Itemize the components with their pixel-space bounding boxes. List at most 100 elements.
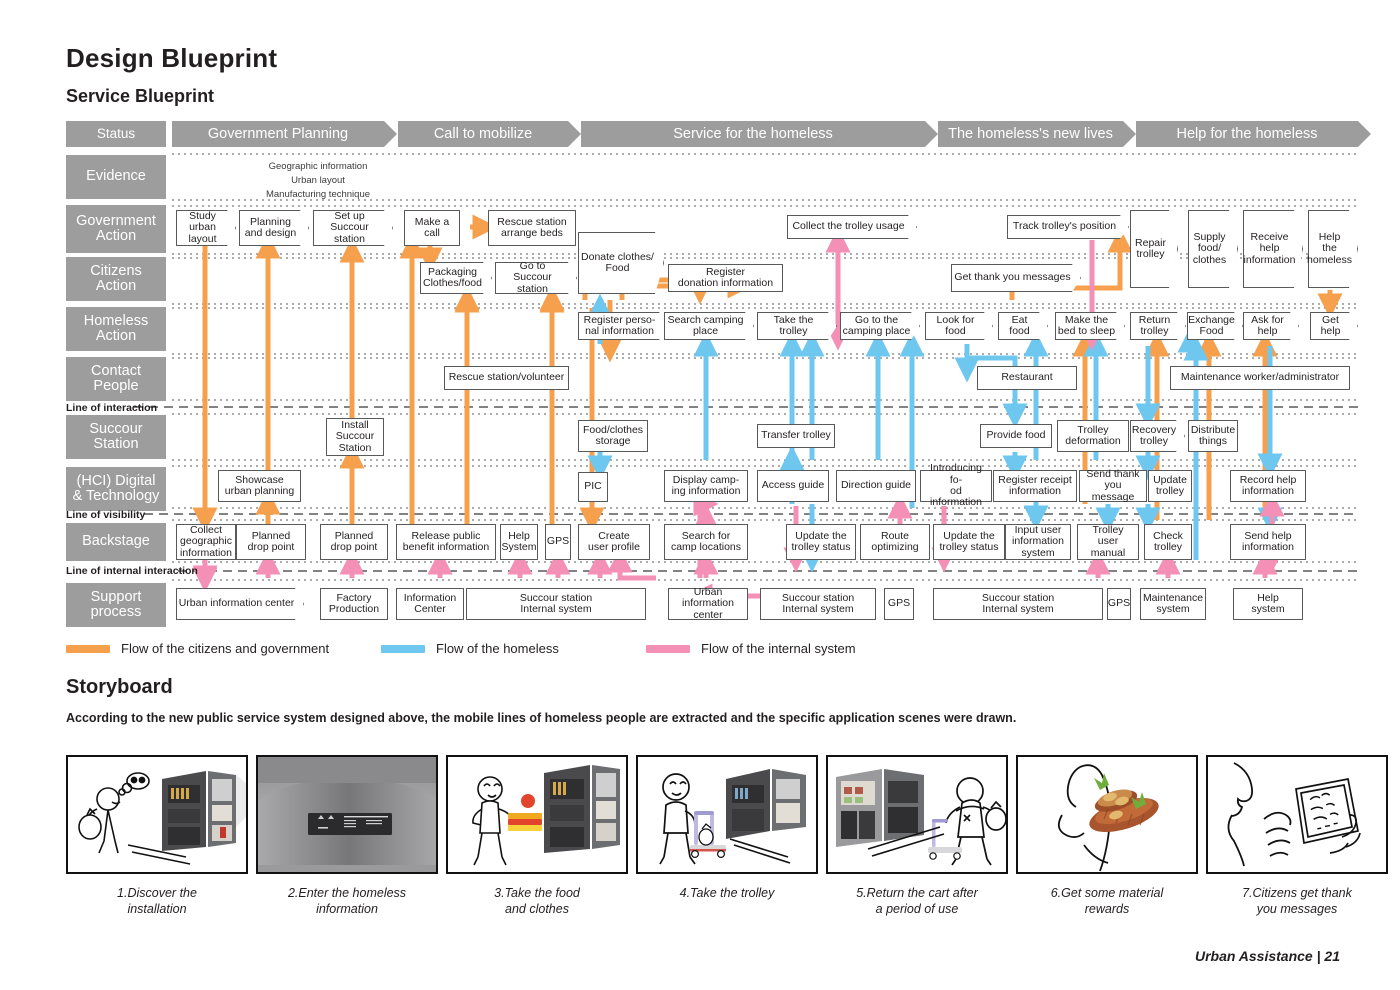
process-box-homeless-action[interactable]: Go to the camping place: [840, 312, 920, 340]
process-box-digital-technology[interactable]: Display camp- ing information: [664, 470, 748, 502]
box-label: Make the bed to sleep: [1057, 313, 1116, 337]
box-label: Register perso- nal information: [583, 313, 656, 337]
phase-label: Government Planning: [207, 126, 349, 142]
process-box-government-action[interactable]: Study urban layout: [176, 210, 236, 246]
storyboard-frame-5: 5.Return the cart after a period of use: [826, 755, 1008, 917]
process-box-digital-technology[interactable]: Register receipt information: [993, 470, 1077, 502]
process-box-digital-technology[interactable]: Record help information: [1230, 470, 1306, 502]
box-label: Trolley deformation: [1065, 423, 1121, 447]
box-label: Transfer trolley: [761, 429, 831, 442]
process-box-contact-people[interactable]: Maintenance worker/administrator: [1170, 366, 1350, 390]
process-box-succour-station[interactable]: Food/clothes storage: [578, 420, 648, 452]
box-label: Search camping place: [667, 313, 744, 337]
process-box-homeless-action[interactable]: Get help: [1310, 312, 1358, 340]
process-box-digital-technology[interactable]: Introducing fo- od information: [920, 463, 992, 508]
process-box-government-action[interactable]: Collect the trolley usage: [787, 215, 917, 239]
process-box-government-action[interactable]: Supply food/ clothes: [1188, 210, 1238, 288]
process-box-support-process[interactable]: Succour station Internal system: [466, 588, 646, 620]
process-box-homeless-action[interactable]: Return trolley: [1130, 312, 1186, 340]
process-box-backstage[interactable]: Planned drop point: [236, 524, 306, 560]
evidence-line: Urban layout: [291, 174, 345, 186]
box-label: Factory Production: [328, 591, 380, 615]
phase-label: Help for the homeless: [1176, 126, 1318, 142]
process-box-backstage[interactable]: Help System: [500, 524, 538, 560]
process-box-homeless-action[interactable]: Register perso- nal information: [578, 312, 668, 340]
phase-header-service-for-the-homeless: Service for the homeless: [581, 121, 938, 147]
process-box-backstage[interactable]: Send help information: [1230, 524, 1306, 560]
process-box-government-action[interactable]: Repair trolley: [1130, 210, 1178, 288]
process-box-government-action[interactable]: Make a call: [404, 210, 460, 246]
process-box-citizens-action[interactable]: Packaging Clothes/food: [420, 262, 492, 294]
process-box-government-action[interactable]: Track trolley's position: [1007, 215, 1129, 239]
process-box-digital-technology[interactable]: Direction guide: [836, 470, 916, 502]
process-box-digital-technology[interactable]: Showcase urban planning: [218, 470, 301, 502]
process-box-homeless-action[interactable]: Look for food: [925, 312, 993, 340]
process-box-succour-station[interactable]: Recovery trolley: [1130, 420, 1185, 452]
process-box-succour-station[interactable]: Transfer trolley: [757, 424, 835, 448]
legend-swatch-blue: [381, 644, 425, 653]
process-box-succour-station[interactable]: Distribute things: [1188, 420, 1238, 452]
box-label: Route optimizing: [871, 529, 919, 553]
process-box-support-process[interactable]: Urban information center: [668, 586, 748, 620]
process-box-backstage[interactable]: Route optimizing: [860, 524, 930, 560]
process-box-citizens-action[interactable]: Get thank you messages: [951, 264, 1081, 292]
process-box-support-process[interactable]: Help system: [1233, 588, 1303, 620]
process-box-support-process[interactable]: Succour station Internal system: [760, 588, 876, 620]
process-box-digital-technology[interactable]: PIC: [578, 472, 608, 502]
process-box-government-action[interactable]: Planning and design: [239, 210, 309, 246]
process-box-backstage[interactable]: Create user profile: [578, 524, 650, 560]
process-box-homeless-action[interactable]: Make the bed to sleep: [1055, 312, 1125, 340]
process-box-homeless-action[interactable]: Eat food: [998, 312, 1048, 340]
process-box-contact-people[interactable]: Restaurant: [977, 366, 1077, 390]
legend-item-homeless: Flow of the homeless: [381, 641, 646, 656]
process-box-homeless-action[interactable]: Take the trolley: [757, 312, 837, 340]
process-box-government-action[interactable]: Receive help information: [1243, 210, 1303, 288]
process-box-backstage[interactable]: Release public benefit information: [396, 524, 496, 560]
process-box-backstage[interactable]: Update the trolley status: [786, 524, 856, 560]
process-box-digital-technology[interactable]: Access guide: [757, 470, 829, 502]
process-box-backstage[interactable]: Check trolley: [1144, 524, 1192, 560]
box-label: Return trolley: [1138, 313, 1171, 337]
box-label: Send thank you message: [1086, 468, 1140, 503]
process-box-backstage[interactable]: GPS: [545, 524, 571, 560]
process-box-homeless-action[interactable]: Ask for help: [1243, 312, 1299, 340]
process-box-government-action[interactable]: Set up Succour station: [313, 210, 393, 246]
box-label: Go to the camping place: [842, 313, 911, 337]
process-box-backstage[interactable]: Input user information system: [1005, 524, 1071, 560]
process-box-contact-people[interactable]: Rescue station/volunteer: [444, 366, 569, 390]
process-box-homeless-action[interactable]: Search camping place: [664, 312, 754, 340]
process-box-support-process[interactable]: Succour station Internal system: [933, 588, 1103, 620]
phase-header-government-planning: Government Planning: [172, 121, 397, 147]
scene-take-the-trolley: [659, 769, 806, 865]
row-label-homeless-action: Homeless Action: [66, 307, 166, 351]
frame-caption-3: 3.Take the food and clothes: [494, 886, 580, 916]
process-box-backstage[interactable]: Update the trolley status: [933, 524, 1005, 560]
process-box-government-action[interactable]: Help the homeless: [1307, 210, 1358, 288]
process-box-succour-station[interactable]: Trolley deformation: [1057, 420, 1129, 452]
box-label: Look for food: [936, 313, 975, 337]
process-box-digital-technology[interactable]: Update trolley: [1148, 470, 1192, 502]
process-box-digital-technology[interactable]: Send thank you message: [1079, 468, 1147, 503]
process-box-support-process[interactable]: Urban information center: [176, 588, 304, 620]
process-box-support-process[interactable]: Maintenance system: [1140, 588, 1206, 620]
process-box-backstage[interactable]: Search for camp locations: [664, 524, 748, 560]
process-box-government-action[interactable]: Rescue station arrange beds: [488, 210, 576, 246]
process-box-government-action[interactable]: Donate clothes/ Food: [578, 232, 664, 294]
box-label: Register receipt information: [998, 473, 1072, 497]
process-box-backstage[interactable]: Collect geographic information: [176, 524, 236, 560]
process-box-support-process[interactable]: GPS: [884, 588, 914, 620]
process-box-backstage[interactable]: Trolley user manual: [1077, 524, 1139, 560]
process-box-homeless-action[interactable]: Exchange Food: [1187, 312, 1243, 340]
process-box-citizens-action[interactable]: Register donation information: [668, 264, 783, 292]
process-box-support-process[interactable]: Factory Production: [320, 588, 388, 620]
process-box-support-process[interactable]: GPS: [1107, 588, 1131, 620]
process-box-citizens-action[interactable]: Go to Succour station: [495, 260, 577, 294]
box-label: Collect geographic information: [180, 524, 232, 559]
box-label: Maintenance system: [1142, 591, 1204, 615]
frame-image-7: [1206, 755, 1388, 874]
process-box-backstage[interactable]: Planned drop point: [320, 524, 388, 560]
process-box-succour-station[interactable]: Install Succour Station: [326, 418, 384, 456]
box-label: Help the homeless: [1307, 231, 1352, 266]
process-box-succour-station[interactable]: Provide food: [980, 424, 1052, 448]
process-box-support-process[interactable]: Information Center: [396, 588, 464, 620]
